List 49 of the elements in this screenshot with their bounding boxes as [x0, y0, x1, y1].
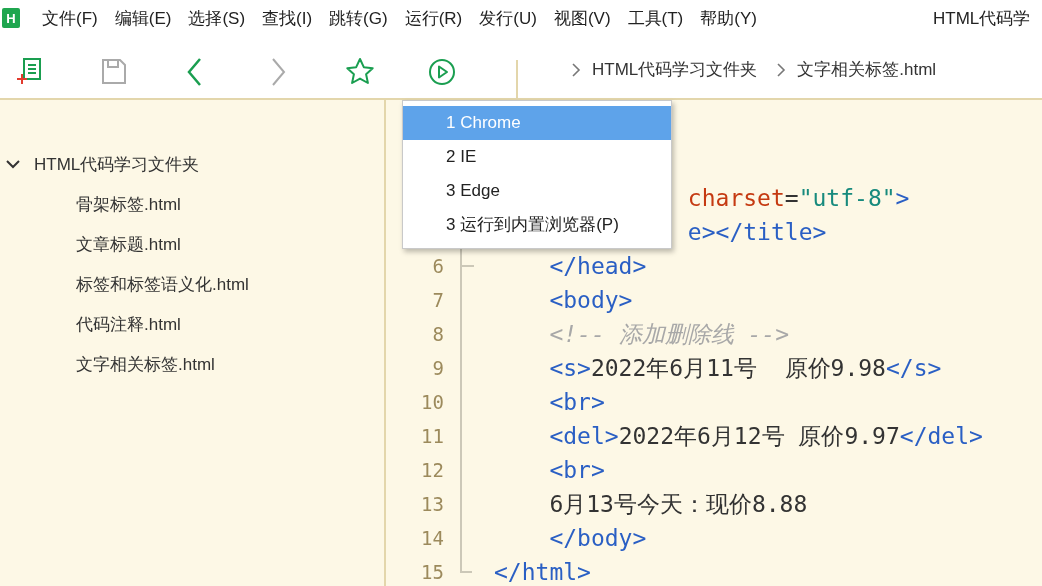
menu-option[interactable]: 2 IE	[403, 140, 671, 174]
app-logo: H	[2, 8, 20, 28]
chevron-right-icon	[570, 62, 582, 78]
menu-item[interactable]: 运行(R)	[404, 6, 463, 30]
file-item[interactable]: 骨架标签.html	[76, 192, 181, 216]
chevron-right-icon	[775, 62, 788, 78]
code-line: <br>	[549, 389, 605, 415]
code-line: e></title>	[687, 219, 827, 245]
menu-item[interactable]: 帮助(Y)	[700, 6, 757, 30]
line-number: 7	[431, 289, 444, 311]
line-number: 12	[420, 459, 444, 481]
line-number: 8	[431, 323, 444, 345]
file-item[interactable]: 标签和标签语义化.html	[76, 272, 249, 296]
menu-option[interactable]: 3 运行到内置浏览器(P)	[403, 208, 671, 242]
play-icon[interactable]	[426, 56, 458, 88]
menu-item[interactable]: 发行(U)	[479, 6, 537, 30]
code-line: charset="utf-8">	[687, 185, 910, 211]
menu-item[interactable]: 编辑(E)	[114, 6, 172, 30]
code-comment: <!-- 添加删除线 -->	[549, 319, 789, 349]
line-number: 10	[420, 391, 444, 413]
file-item[interactable]: 代码注释.html	[76, 312, 181, 336]
code-line: </head>	[549, 253, 647, 279]
menu-item[interactable]: 工具(T)	[627, 6, 684, 30]
window-title: HTML代码学	[933, 7, 1031, 30]
line-number: 6	[431, 255, 444, 277]
menu-item[interactable]: 跳转(G)	[329, 6, 388, 30]
breadcrumb-item[interactable]: HTML代码学习文件夹	[592, 60, 758, 80]
menu-item[interactable]: 查找(I)	[262, 6, 313, 30]
code-line: 6月13号今天：现价8.88	[549, 489, 808, 519]
code-line: <body>	[549, 287, 633, 313]
code-line: </html>	[494, 559, 591, 585]
menu-item[interactable]: 文件(F)	[42, 6, 98, 30]
line-number: 15	[420, 561, 444, 583]
menu-item[interactable]: 选择(S)	[188, 6, 246, 30]
code-line: </body>	[549, 525, 647, 551]
breadcrumb-item[interactable]: 文字相关标签.html	[797, 60, 937, 80]
line-number: 13	[420, 493, 444, 515]
line-number: 9	[431, 357, 444, 379]
code-line: <br>	[549, 457, 605, 483]
menu-option[interactable]: 3 Edge	[403, 174, 671, 208]
menu-item[interactable]: 视图(V)	[553, 6, 611, 30]
code-line: <del>2022年6月12号 原价9.97</del>	[549, 421, 983, 451]
line-number: 14	[420, 527, 444, 549]
line-number: 11	[420, 425, 444, 447]
folder-item[interactable]: HTML代码学习文件夹	[34, 152, 200, 176]
code-line: <s>2022年6月11号 原价9.98</s>	[549, 353, 942, 383]
chevron-down-icon[interactable]	[6, 159, 20, 169]
file-item[interactable]: 文章标题.html	[76, 232, 181, 256]
file-item[interactable]: 文字相关标签.html	[76, 352, 215, 376]
